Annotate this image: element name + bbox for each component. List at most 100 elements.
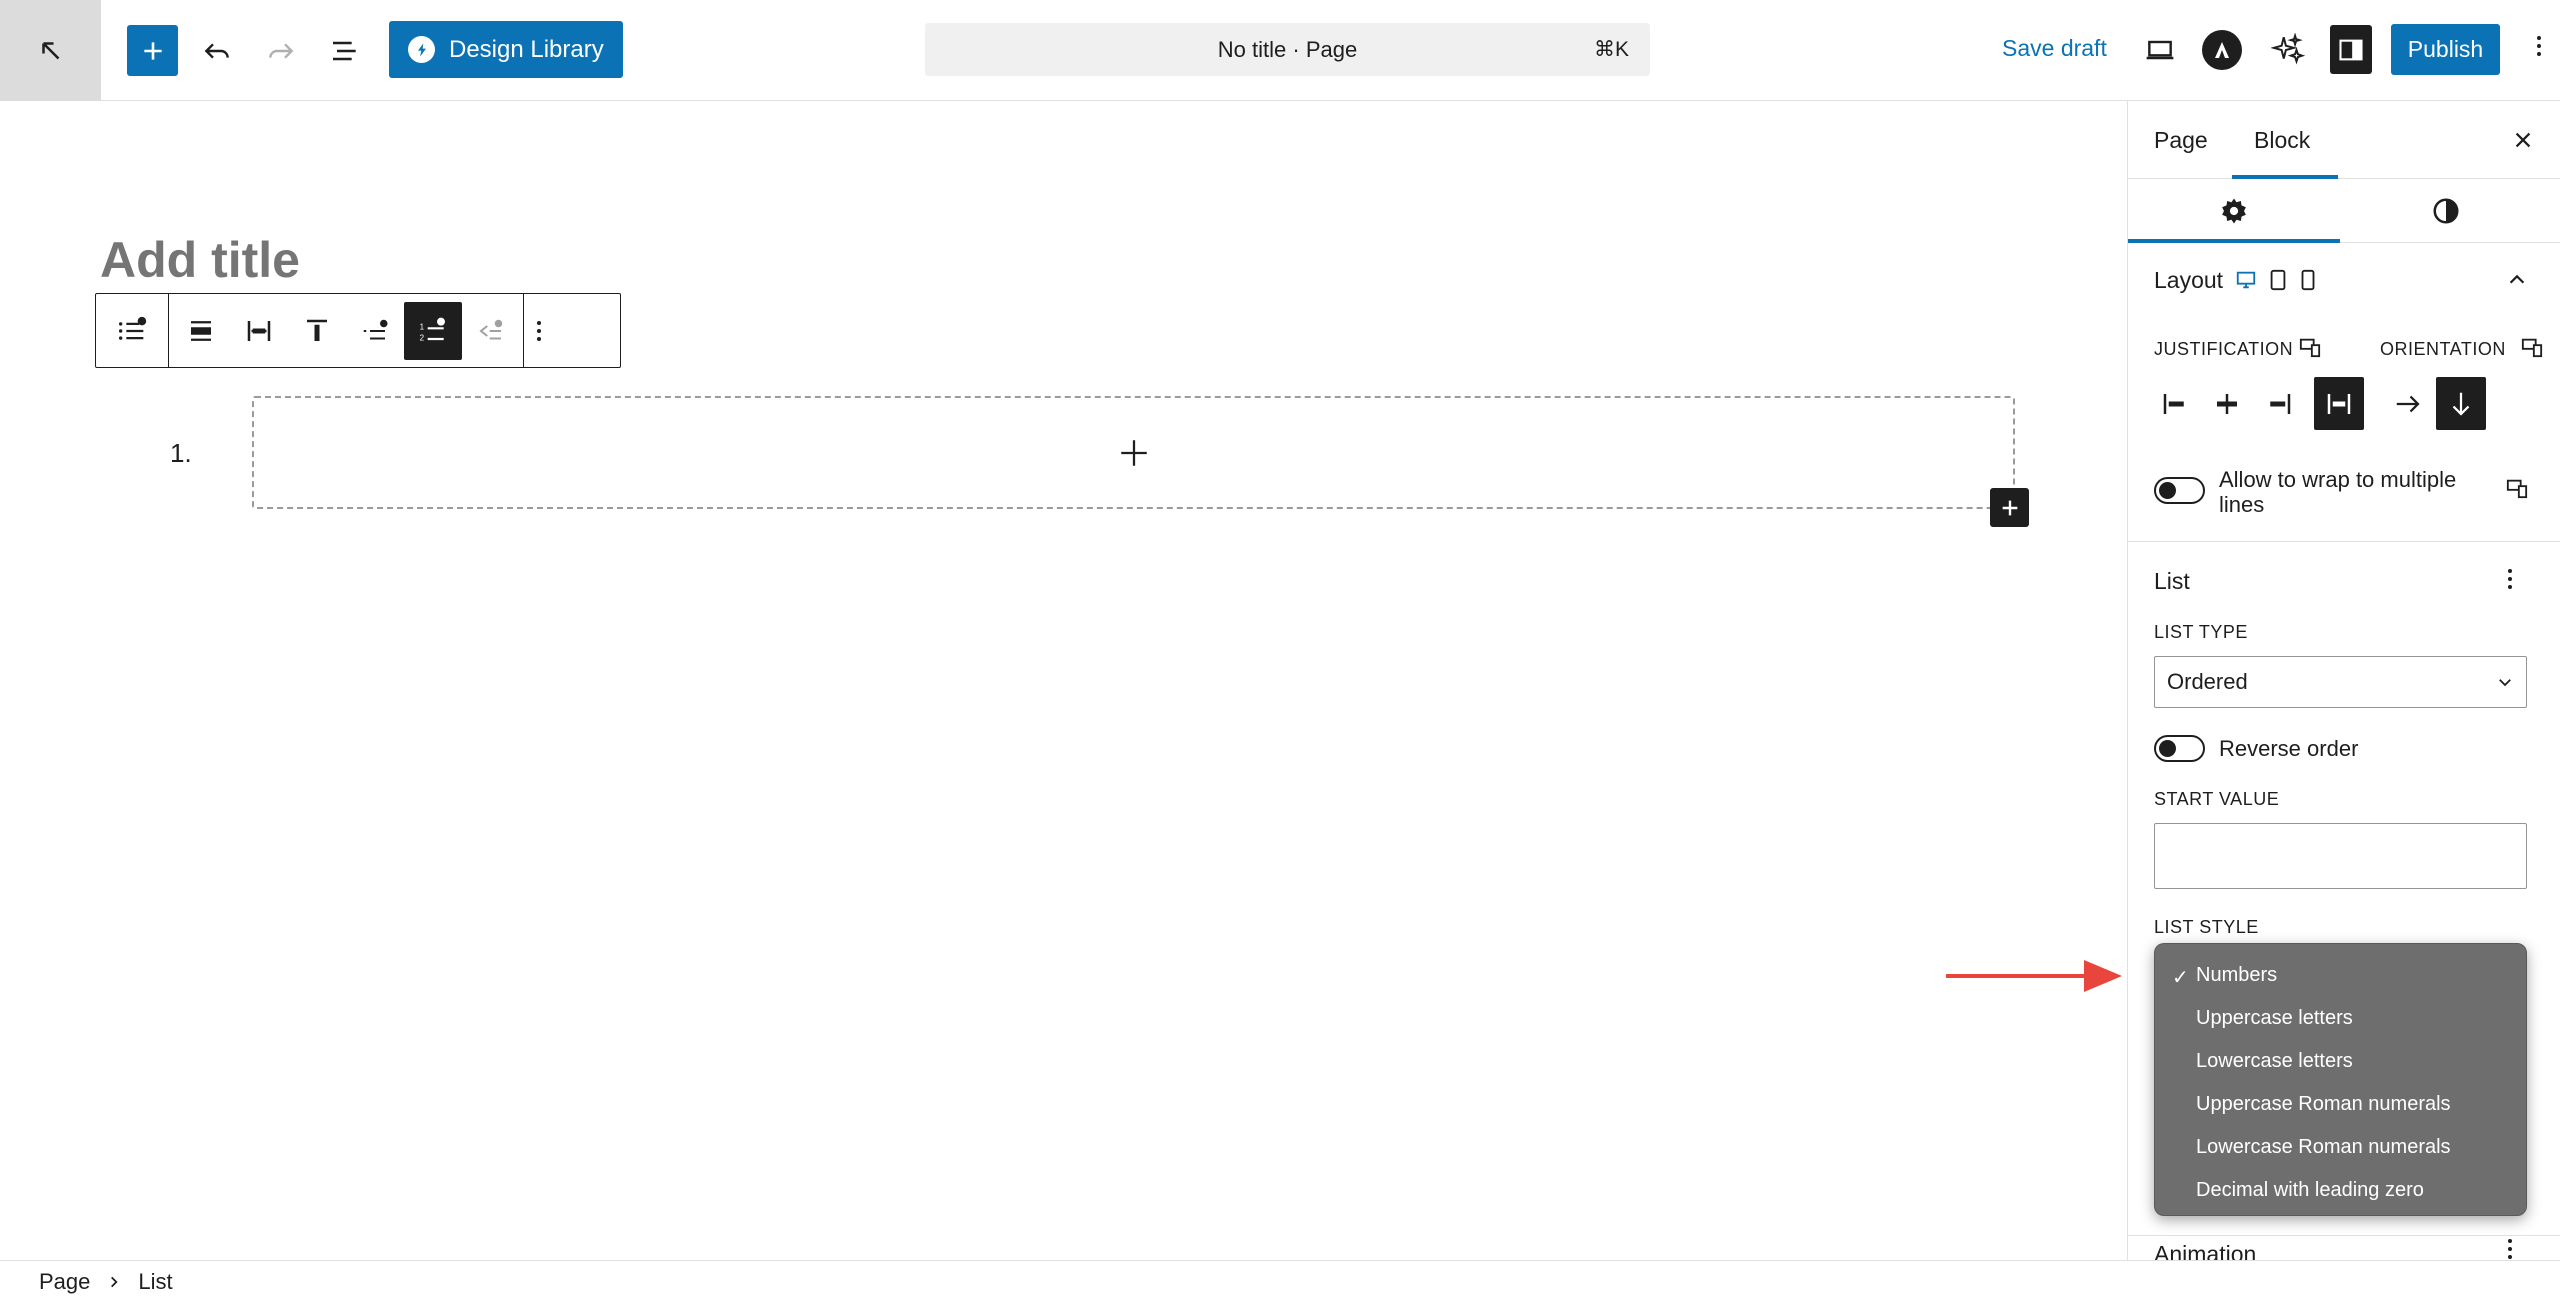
align-button[interactable] — [172, 302, 230, 360]
justify-right-button[interactable] — [2254, 377, 2304, 430]
block-inserter-button[interactable] — [127, 25, 178, 76]
command-palette-bar[interactable]: No title · Page ⌘K — [925, 23, 1650, 76]
design-library-button[interactable]: Design Library — [389, 21, 623, 78]
list-style-label: LIST STYLE — [2154, 917, 2259, 937]
justify-right-icon — [2270, 393, 2291, 414]
list-panel-title[interactable]: List — [2154, 568, 2190, 595]
unordered-list-button[interactable] — [346, 302, 404, 360]
breadcrumb-item-list[interactable]: List — [138, 1269, 172, 1295]
option-label: Decimal with leading zero — [2196, 1179, 2424, 1201]
ai-assistant-button[interactable] — [2266, 28, 2310, 72]
list-style-option[interactable]: Uppercase Roman numerals — [2155, 1083, 2526, 1126]
document-overview-button[interactable] — [323, 29, 367, 73]
list-type-select[interactable]: Ordered — [2154, 656, 2527, 708]
contrast-icon — [2433, 198, 2459, 224]
reverse-order-label: Reverse order — [2219, 736, 2359, 761]
astra-logo-icon — [2215, 42, 2229, 58]
option-label: Lowercase Roman numerals — [2196, 1136, 2451, 1158]
orientation-vertical-button[interactable] — [2436, 377, 2486, 430]
tablet-device-icon[interactable] — [2268, 269, 2288, 291]
responsive-indicator-icon — [2299, 338, 2321, 358]
redo-icon — [269, 43, 294, 59]
list-style-option[interactable]: Lowercase Roman numerals — [2155, 1126, 2526, 1169]
tab-styles[interactable] — [2340, 179, 2552, 243]
list-style-option[interactable]: Decimal with leading zero — [2155, 1169, 2526, 1212]
align-top-icon — [307, 319, 327, 341]
preview-button[interactable] — [2138, 28, 2182, 72]
checkmark-icon: ✓ — [2172, 967, 2189, 989]
allow-wrap-toggle[interactable] — [2154, 477, 2205, 504]
mobile-device-icon[interactable] — [2300, 269, 2316, 291]
arrow-up-left-icon — [41, 41, 59, 59]
save-draft-button[interactable]: Save draft — [2002, 35, 2107, 62]
animation-panel-title[interactable]: Animation — [2154, 1241, 2256, 1260]
arrow-down-icon — [2452, 392, 2470, 416]
publish-button[interactable]: Publish — [2391, 24, 2500, 75]
block-settings-subtabs — [2128, 179, 2560, 243]
desktop-device-icon[interactable] — [2235, 269, 2257, 291]
chevron-down-icon — [2499, 679, 2511, 687]
list-panel-options-icon[interactable] — [2508, 569, 2512, 589]
settings-sidebar-toggle[interactable] — [2330, 25, 2372, 74]
more-options-group — [524, 294, 554, 367]
list-view-icon — [333, 41, 356, 61]
justify-center-button[interactable] — [2202, 377, 2252, 430]
list-stackable-icon — [118, 316, 147, 340]
animation-panel-options-icon[interactable] — [2508, 1239, 2512, 1259]
breadcrumb-item-page[interactable]: Page — [39, 1269, 90, 1295]
site-back-button[interactable] — [0, 0, 101, 101]
justify-button[interactable] — [230, 302, 288, 360]
list-style-dropdown: ✓ Numbers Uppercase letters Lowercase le… — [2154, 943, 2527, 1216]
responsive-indicator-icon — [2506, 479, 2528, 499]
justify-stretch-button[interactable] — [2314, 377, 2364, 430]
options-menu-icon[interactable] — [2537, 36, 2541, 56]
reverse-order-toggle[interactable] — [2154, 735, 2205, 762]
tab-settings[interactable] — [2128, 179, 2340, 243]
astra-button[interactable] — [2202, 30, 2242, 70]
block-appender-button[interactable] — [1990, 488, 2029, 527]
breadcrumb: Page List — [0, 1260, 2560, 1302]
svg-text:2: 2 — [420, 333, 425, 342]
post-title-input[interactable]: Add title — [100, 231, 300, 289]
justify-left-button[interactable] — [2150, 377, 2200, 430]
panel-divider — [2128, 1235, 2560, 1236]
layout-panel-title[interactable]: Layout — [2154, 267, 2223, 294]
close-sidebar-button[interactable] — [2504, 121, 2542, 159]
chevron-up-icon[interactable] — [2506, 269, 2528, 291]
align-center-icon — [191, 320, 211, 341]
sidebar-icon — [2339, 39, 2363, 60]
undo-button[interactable] — [195, 29, 239, 73]
tab-block[interactable]: Block — [2254, 127, 2310, 154]
outdent-icon — [479, 319, 503, 339]
list-style-option[interactable]: ✓ Numbers — [2155, 954, 2526, 997]
undo-icon — [204, 43, 229, 59]
list-type-label: LIST TYPE — [2154, 622, 2248, 642]
redo-button[interactable] — [259, 29, 303, 73]
vertical-align-button[interactable] — [288, 302, 346, 360]
svg-text:1: 1 — [420, 322, 425, 331]
block-toolbar: 12 — [95, 293, 621, 368]
list-style-option[interactable]: Lowercase letters — [2155, 1040, 2526, 1083]
block-type-group — [96, 294, 169, 367]
gear-icon — [2222, 198, 2246, 224]
tab-page[interactable]: Page — [2154, 127, 2208, 154]
justify-left-icon — [2163, 393, 2184, 414]
list-style-option[interactable]: Uppercase letters — [2155, 997, 2526, 1040]
justify-stretch-icon — [247, 320, 271, 341]
block-options-icon[interactable] — [537, 320, 541, 341]
editor-header: Design Library No title · Page ⌘K Save d… — [0, 0, 2560, 101]
panel-divider — [2128, 541, 2560, 542]
plus-icon — [1120, 439, 1147, 466]
ordered-list-button[interactable]: 12 — [404, 301, 462, 360]
chevron-right-icon — [111, 1276, 118, 1287]
plus-icon — [2002, 500, 2017, 515]
orientation-horizontal-button[interactable] — [2383, 377, 2433, 430]
editor-canvas: Add title 12 1. — [0, 101, 2127, 1260]
list-block-type-button[interactable] — [103, 302, 161, 360]
option-label: Lowercase letters — [2196, 1050, 2353, 1072]
plus-icon — [143, 41, 162, 60]
start-value-input[interactable] — [2154, 823, 2527, 889]
list-item-appender[interactable] — [252, 396, 2015, 509]
allow-wrap-label: Allow to wrap to multiple — [2219, 467, 2457, 492]
outdent-button[interactable] — [462, 302, 520, 360]
